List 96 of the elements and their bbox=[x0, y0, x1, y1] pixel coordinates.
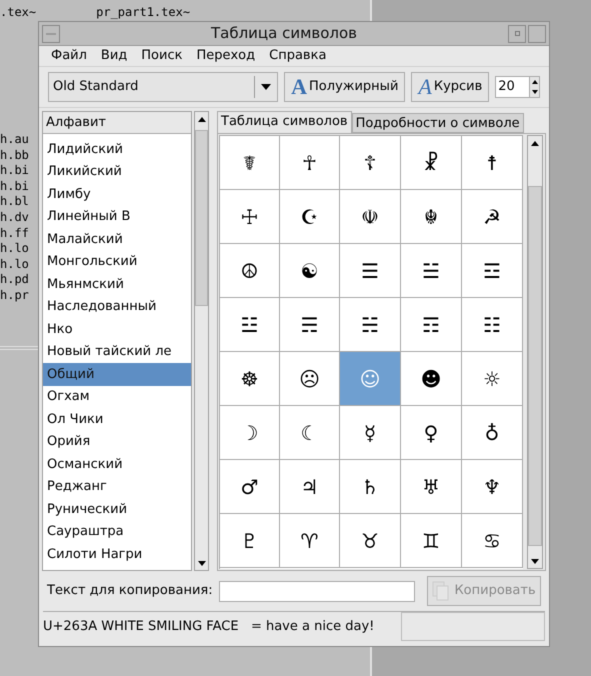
list-item[interactable]: Мьянмский bbox=[43, 273, 192, 296]
tab[interactable]: Подробности о символе bbox=[352, 113, 524, 133]
scroll-up-icon[interactable] bbox=[531, 140, 539, 146]
symbol-cell[interactable]: ♁ bbox=[462, 406, 523, 460]
spin-up-icon[interactable] bbox=[532, 80, 538, 84]
symbol-cell[interactable]: ☯ bbox=[280, 244, 340, 298]
list-item[interactable]: Новый тайский ле bbox=[43, 340, 192, 363]
file-name: h.au bbox=[0, 132, 29, 148]
scroll-down-icon[interactable] bbox=[198, 560, 206, 566]
list-item[interactable]: Общий bbox=[43, 363, 192, 386]
file-name: h.lo bbox=[0, 256, 29, 272]
list-item[interactable]: Силоти Нагри bbox=[43, 543, 192, 566]
file-name: h.bb bbox=[0, 148, 29, 164]
list-item[interactable]: Ол Чики bbox=[43, 408, 192, 430]
symbol-cell[interactable]: ♋ bbox=[462, 514, 523, 568]
scrollbar-thumb[interactable] bbox=[195, 130, 208, 306]
letter-a-icon: A bbox=[291, 76, 308, 98]
menu-item[interactable]: Переход bbox=[196, 46, 256, 66]
symbol-cell[interactable]: ♉ bbox=[340, 514, 401, 568]
file-name: .tex~ bbox=[0, 4, 36, 21]
file-name: h.bi bbox=[0, 178, 29, 194]
symbol-cell[interactable]: ♃ bbox=[280, 460, 340, 514]
symbol-cell[interactable]: ☲ bbox=[462, 244, 523, 298]
file-name: h.bi bbox=[0, 163, 29, 179]
size-spinbox[interactable]: 20 bbox=[495, 76, 540, 98]
bold-button[interactable]: A Полужирный bbox=[284, 72, 406, 102]
symbol-cell[interactable]: ☮ bbox=[220, 244, 280, 298]
tab[interactable]: Таблица символов bbox=[217, 111, 352, 133]
copy-icon bbox=[432, 581, 450, 601]
copy-field-label: Текст для копирования: bbox=[47, 582, 213, 600]
file-name: h.lo bbox=[0, 241, 29, 257]
symbol-cell[interactable]: ☱ bbox=[401, 244, 462, 298]
file-name: h.pr bbox=[0, 288, 29, 304]
spin-down-icon[interactable] bbox=[532, 90, 538, 94]
list-item[interactable]: Лимбу bbox=[43, 183, 192, 206]
menu-item[interactable]: Файл bbox=[51, 46, 87, 66]
file-name: h.ff bbox=[0, 226, 29, 242]
list-item[interactable]: Ликийский bbox=[43, 160, 192, 183]
list-item[interactable]: Орийя bbox=[43, 430, 192, 453]
file-name: h.dv bbox=[0, 210, 29, 226]
symbol-cell[interactable]: ♂ bbox=[220, 460, 280, 514]
menu-item[interactable]: Вид bbox=[100, 46, 128, 66]
file-name: pr_part1.tex~ bbox=[96, 4, 190, 21]
column-header[interactable]: Алфавит bbox=[43, 112, 192, 134]
dropdown-arrow-icon bbox=[261, 84, 272, 90]
list-item[interactable]: Монгольский bbox=[43, 250, 192, 273]
list-item[interactable]: Наследованный bbox=[43, 296, 192, 318]
list-item[interactable]: Огхам bbox=[43, 386, 192, 408]
list-item[interactable]: Реджанг bbox=[43, 476, 192, 498]
symbol-cell[interactable]: ♆ bbox=[462, 460, 523, 514]
italic-button[interactable]: A Курсив bbox=[411, 72, 490, 102]
symbol-cell[interactable]: ☶ bbox=[401, 298, 462, 352]
symbol-cell[interactable]: ♀ bbox=[401, 406, 462, 460]
symbol-cell[interactable]: ☷ bbox=[462, 298, 523, 352]
symbol-cell[interactable]: ☪ bbox=[280, 190, 340, 244]
menu-item[interactable]: Поиск bbox=[141, 46, 182, 66]
symbol-cell[interactable]: ☰ bbox=[340, 244, 401, 298]
symbol-cell[interactable]: ☻ bbox=[401, 352, 462, 406]
symbol-cell[interactable]: ♊ bbox=[401, 514, 462, 568]
symbol-cell[interactable]: ☼ bbox=[462, 352, 523, 406]
symbol-cell[interactable]: ☴ bbox=[280, 298, 340, 352]
symbol-cell[interactable]: ♅ bbox=[401, 460, 462, 514]
list-item[interactable]: Саураштра bbox=[43, 520, 192, 543]
window-title: Таблица символов bbox=[210, 23, 358, 44]
symbol-cell[interactable]: ☨ bbox=[462, 136, 523, 190]
scroll-down-icon[interactable] bbox=[531, 558, 539, 564]
scroll-up-icon[interactable] bbox=[198, 116, 206, 122]
symbol-cell[interactable]: ♄ bbox=[340, 460, 401, 514]
copy-text-field[interactable] bbox=[218, 580, 416, 602]
symbol-cell[interactable]: ☭ bbox=[462, 190, 523, 244]
symbol-cell[interactable]: ☦ bbox=[340, 136, 401, 190]
symbol-cell[interactable]: ☥ bbox=[280, 136, 340, 190]
list-item[interactable]: Османский bbox=[43, 453, 192, 476]
menu-item[interactable]: Справка bbox=[269, 46, 326, 66]
symbol-cell[interactable]: ♇ bbox=[220, 514, 280, 568]
list-item[interactable]: Нко bbox=[43, 318, 192, 340]
symbol-cell[interactable]: ☿ bbox=[340, 406, 401, 460]
symbol-cell[interactable]: ☾ bbox=[280, 406, 340, 460]
list-item[interactable]: Рунический bbox=[43, 498, 192, 520]
symbol-cell[interactable]: ☧ bbox=[401, 136, 462, 190]
scrollbar-thumb[interactable] bbox=[528, 186, 542, 546]
symbol-cell[interactable]: ☽ bbox=[220, 406, 280, 460]
symbol-cell[interactable]: ☩ bbox=[220, 190, 280, 244]
symbol-cell[interactable]: ☫ bbox=[340, 190, 401, 244]
font-dropdown[interactable]: Old Standard bbox=[48, 72, 278, 102]
list-item[interactable]: Линейный В bbox=[43, 206, 192, 228]
list-item[interactable]: Лидийский bbox=[43, 138, 192, 160]
symbol-cell[interactable]: ☳ bbox=[220, 298, 280, 352]
file-name: h.pd bbox=[0, 272, 29, 288]
list-item[interactable]: Малайский bbox=[43, 228, 192, 250]
symbol-cell[interactable]: ☤ bbox=[220, 136, 280, 190]
symbol-cell[interactable]: ☬ bbox=[401, 190, 462, 244]
letter-a-icon: A bbox=[418, 76, 432, 98]
file-name: h.bl bbox=[0, 194, 29, 210]
symbol-cell[interactable]: ♈ bbox=[280, 514, 340, 568]
symbol-cell[interactable]: ☸ bbox=[220, 352, 280, 406]
